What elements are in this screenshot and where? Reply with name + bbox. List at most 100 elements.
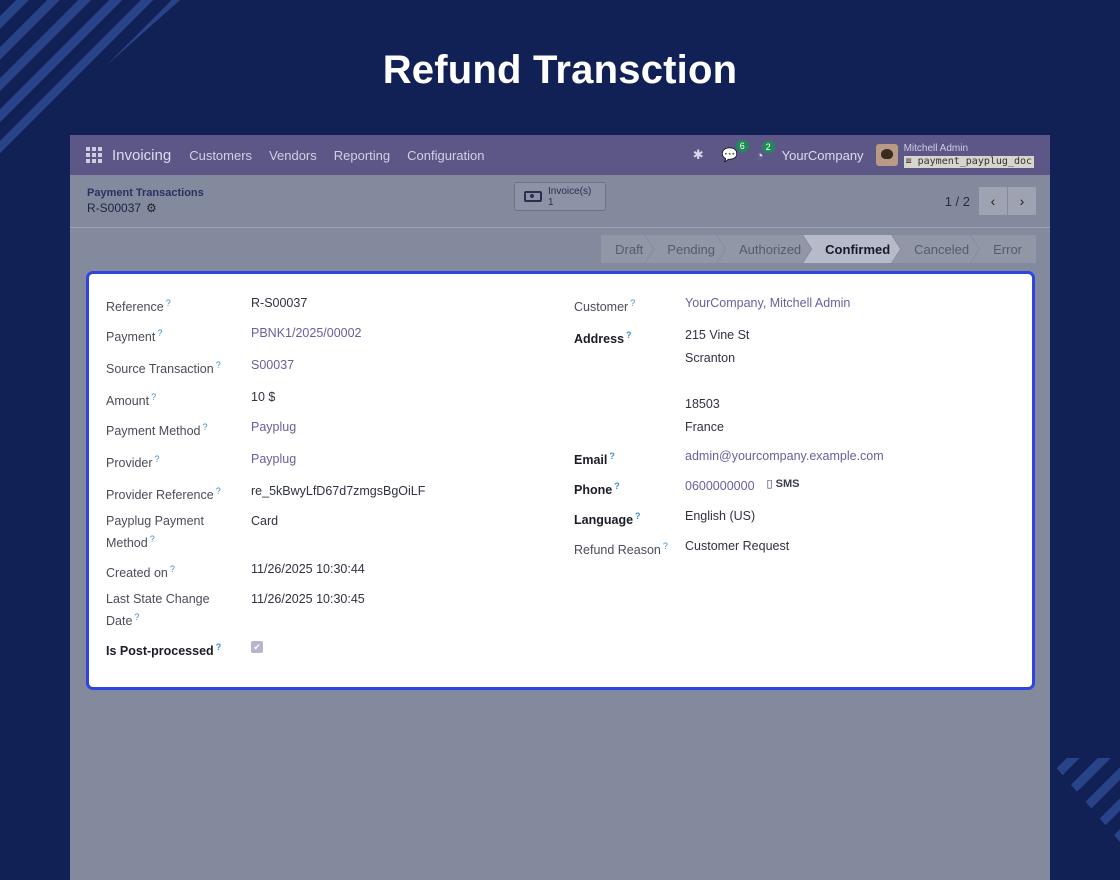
form-left-column: Reference? R-S00037 Payment? PBNK1/2025/… — [106, 294, 546, 668]
top-navbar: Invoicing Customers Vendors Reporting Co… — [70, 135, 1050, 175]
value-email-link[interactable]: admin@yourcompany.example.com — [685, 447, 884, 477]
menu-customers[interactable]: Customers — [189, 148, 252, 163]
pager-next-button[interactable]: › — [1008, 187, 1036, 215]
menu-vendors[interactable]: Vendors — [269, 148, 317, 163]
mobile-icon: ▯ — [766, 478, 776, 490]
breadcrumb-current: R-S00037 ⚙ — [87, 201, 157, 215]
help-icon[interactable]: ? — [216, 642, 222, 652]
value-created-on: 11/26/2025 10:30:44 — [251, 562, 365, 576]
activities-icon[interactable]: ◔ 2 — [756, 140, 775, 163]
pager: 1 / 2 ‹ › — [945, 187, 1036, 215]
status-authorized[interactable]: Authorized — [717, 235, 811, 263]
value-source-transaction-link[interactable]: S00037 — [251, 356, 294, 388]
smart-button-label: Invoice(s) — [548, 185, 592, 197]
value-payment-link[interactable]: PBNK1/2025/00002 — [251, 324, 362, 356]
status-canceled[interactable]: Canceled — [892, 235, 979, 263]
help-icon[interactable]: ? — [203, 422, 208, 432]
label-provider: Provider — [106, 456, 153, 471]
address-city: Scranton — [685, 351, 736, 365]
value-provider-link[interactable]: Payplug — [251, 450, 296, 482]
help-icon[interactable]: ? — [635, 511, 641, 521]
pager-previous-button[interactable]: ‹ — [979, 187, 1007, 215]
help-icon[interactable]: ? — [166, 298, 171, 308]
value-payplug-payment-method: Card — [251, 514, 279, 528]
field-provider: Provider? Payplug — [106, 450, 546, 482]
field-created-on: Created on? 11/26/2025 10:30:44 — [106, 560, 546, 590]
value-reference: R-S00037 — [251, 296, 308, 310]
database-icon: ≡ — [905, 155, 918, 167]
value-provider-reference: re_5kBwyLfD67d7zmgsBgOiLF — [251, 484, 426, 498]
activities-badge: 2 — [761, 140, 775, 153]
label-is-post-processed: Is Post-processed — [106, 644, 214, 659]
field-email: Email? admin@yourcompany.example.com — [574, 447, 1014, 477]
field-reference: Reference? R-S00037 — [106, 294, 546, 324]
value-phone-link[interactable]: 0600000000 — [685, 477, 755, 507]
app-grid-icon[interactable] — [86, 147, 102, 163]
label-refund-reason: Refund Reason — [574, 543, 661, 558]
help-icon[interactable]: ? — [134, 612, 139, 622]
label-payment: Payment — [106, 330, 156, 345]
user-name: Mitchell Admin — [903, 142, 969, 154]
label-payment-method: Payment Method — [106, 424, 201, 439]
field-payplug-payment-method: Payplug Payment Method? Card — [106, 512, 546, 560]
messages-badge: 6 — [735, 140, 749, 152]
help-icon[interactable]: ? — [157, 328, 162, 338]
label-phone: Phone — [574, 483, 613, 498]
value-refund-reason: Customer Request — [685, 539, 790, 553]
status-draft[interactable]: Draft — [601, 235, 653, 263]
value-address: 215 Vine St Scranton 18503 France — [685, 326, 749, 447]
help-icon[interactable]: ? — [151, 392, 156, 402]
help-icon[interactable]: ? — [216, 360, 221, 370]
help-icon[interactable]: ? — [170, 564, 175, 574]
sms-button[interactable]: ▯ SMS — [767, 477, 800, 507]
money-icon — [524, 191, 542, 202]
field-refund-reason: Refund Reason? Customer Request — [574, 537, 1014, 567]
help-icon[interactable]: ? — [155, 454, 160, 464]
field-payment-method: Payment Method? Payplug — [106, 418, 546, 450]
field-payment: Payment? PBNK1/2025/00002 — [106, 324, 546, 356]
status-confirmed[interactable]: Confirmed — [803, 235, 900, 263]
value-payment-method-link[interactable]: Payplug — [251, 418, 296, 450]
value-language: English (US) — [685, 509, 756, 523]
value-amount: 10 $ — [251, 390, 276, 404]
help-icon[interactable]: ? — [614, 481, 620, 491]
status-pending[interactable]: Pending — [645, 235, 725, 263]
gear-icon[interactable]: ⚙ — [146, 201, 157, 215]
pager-value[interactable]: 1 / 2 — [945, 194, 970, 209]
bug-icon[interactable]: ✱ — [693, 147, 704, 163]
value-customer-link[interactable]: YourCompany, Mitchell Admin — [685, 294, 850, 326]
invoices-smart-button[interactable]: Invoice(s) 1 — [514, 182, 606, 211]
user-menu[interactable]: Mitchell Admin ≡ payment_payplug_doc — [903, 142, 1034, 168]
label-email: Email — [574, 453, 608, 468]
menu-configuration[interactable]: Configuration — [407, 148, 484, 163]
post-processed-checkbox[interactable]: ✔ — [251, 641, 263, 653]
app-name[interactable]: Invoicing — [112, 147, 171, 164]
menu-reporting[interactable]: Reporting — [334, 148, 390, 163]
status-error[interactable]: Error — [971, 235, 1036, 263]
label-provider-reference: Provider Reference — [106, 488, 214, 503]
label-created-on: Created on — [106, 566, 168, 581]
field-language: Language? English (US) — [574, 507, 1014, 537]
label-source-transaction: Source Transaction — [106, 362, 214, 377]
help-icon[interactable]: ? — [609, 451, 615, 461]
company-switcher[interactable]: YourCompany — [782, 148, 864, 163]
help-icon[interactable]: ? — [663, 541, 668, 551]
field-amount: Amount? 10 $ — [106, 388, 546, 418]
messages-icon[interactable]: 💬 6 — [722, 140, 749, 163]
user-avatar[interactable] — [875, 144, 898, 166]
breadcrumb: Payment Transactions R-S00037 ⚙ — [87, 187, 204, 215]
help-icon[interactable]: ? — [626, 330, 632, 340]
help-icon[interactable]: ? — [150, 534, 155, 544]
help-icon[interactable]: ? — [630, 298, 635, 308]
chevron-left-icon: ‹ — [990, 193, 996, 209]
label-amount: Amount — [106, 394, 150, 409]
label-last-state-change-line2: Date — [106, 614, 133, 629]
breadcrumb-parent[interactable]: Payment Transactions — [87, 187, 204, 199]
label-language: Language — [574, 513, 634, 528]
chevron-right-icon: › — [1019, 193, 1025, 209]
help-icon[interactable]: ? — [216, 486, 221, 496]
database-name: ≡ payment_payplug_doc — [903, 155, 1034, 168]
label-customer: Customer — [574, 300, 629, 315]
field-provider-reference: Provider Reference? re_5kBwyLfD67d7zmgsB… — [106, 482, 546, 512]
label-payplug-payment-method-line1: Payplug Payment — [106, 514, 204, 528]
